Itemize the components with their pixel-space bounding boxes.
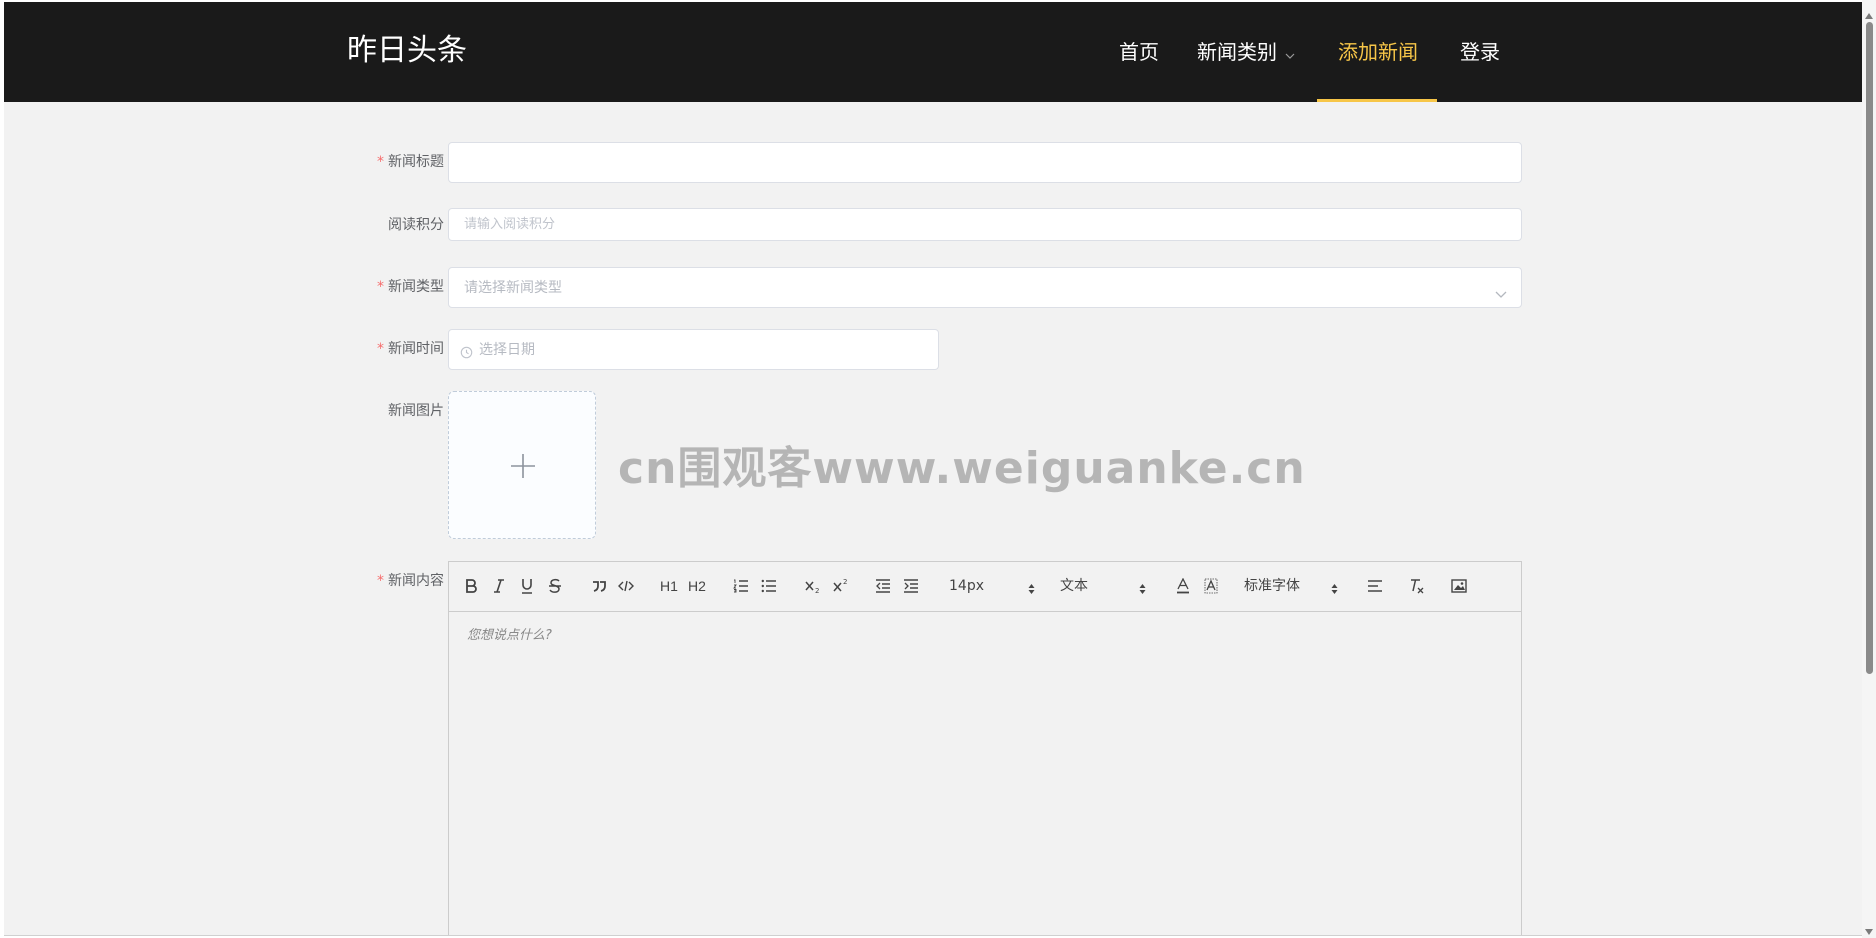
news-title-input[interactable]: [448, 142, 1522, 183]
read-points-input[interactable]: [448, 208, 1522, 241]
image-upload-area[interactable]: [448, 391, 596, 539]
font-size-picker[interactable]: 14px: [949, 575, 1037, 597]
text-style-picker[interactable]: 文本: [1060, 575, 1148, 597]
chevron-down-icon: [1285, 2, 1295, 102]
editor-content-area[interactable]: [449, 613, 1521, 935]
image-label: 新闻图片: [388, 403, 444, 419]
bullet-list-button[interactable]: [759, 575, 779, 597]
insert-image-button[interactable]: [1449, 575, 1469, 597]
updown-arrows-icon: [1139, 580, 1146, 602]
clock-icon: [460, 344, 473, 363]
svg-text:2: 2: [843, 578, 847, 586]
updown-arrows-icon: [1028, 580, 1035, 602]
header-2-button[interactable]: H2: [685, 575, 709, 597]
align-button[interactable]: [1365, 575, 1385, 597]
text-color-button[interactable]: [1173, 575, 1193, 597]
content-label: * 新闻内容: [377, 573, 444, 589]
type-placeholder: 请选择新闻类型: [464, 280, 562, 296]
subscript-button[interactable]: 2: [803, 575, 823, 597]
clear-format-button[interactable]: [1407, 575, 1427, 597]
editor-toolbar: H1 H2 2 2 14px 文本 标准字体: [449, 562, 1521, 612]
nav-add-news[interactable]: 添加新闻: [1338, 2, 1418, 102]
indent-button[interactable]: [901, 575, 921, 597]
news-type-select[interactable]: 请选择新闻类型: [448, 267, 1522, 308]
time-label: * 新闻时间: [377, 341, 444, 357]
points-label: 阅读积分: [388, 217, 444, 233]
date-placeholder: 选择日期: [479, 342, 535, 358]
news-date-picker[interactable]: 选择日期: [448, 329, 939, 370]
top-navbar: 昨日头条 首页 新闻类别 添加新闻 登录: [4, 2, 1862, 102]
nav-login[interactable]: 登录: [1460, 2, 1500, 102]
underline-button[interactable]: [517, 575, 537, 597]
font-family-picker[interactable]: 标准字体: [1244, 575, 1340, 597]
code-block-button[interactable]: [615, 575, 637, 597]
plus-icon: [509, 452, 537, 484]
nav-home[interactable]: 首页: [1119, 2, 1159, 102]
nav-category-menu[interactable]: 新闻类别: [1197, 2, 1295, 102]
updown-arrows-icon: [1331, 580, 1338, 602]
italic-button[interactable]: [489, 575, 509, 597]
header-1-button[interactable]: H1: [657, 575, 681, 597]
required-mark: *: [377, 279, 384, 295]
required-mark: *: [377, 573, 384, 589]
superscript-button[interactable]: 2: [831, 575, 851, 597]
page-scrollbar[interactable]: [1862, 0, 1876, 938]
strikethrough-button[interactable]: [545, 575, 565, 597]
required-mark: *: [377, 341, 384, 357]
watermark-text: cn围观客www.weiguanke.cn: [618, 443, 1306, 494]
nav-category-label: 新闻类别: [1197, 40, 1277, 64]
scroll-down-arrow-icon[interactable]: [1865, 920, 1873, 938]
ordered-list-button[interactable]: [731, 575, 751, 597]
rich-text-editor: H1 H2 2 2 14px 文本 标准字体 您想说点什么?: [448, 561, 1522, 935]
svg-text:2: 2: [815, 587, 819, 594]
blockquote-button[interactable]: [589, 575, 609, 597]
required-mark: *: [377, 154, 384, 170]
app-frame: 昨日头条 首页 新闻类别 添加新闻 登录 *新闻标题 阅读积分 *新闻类型 请选…: [4, 2, 1862, 936]
bold-button[interactable]: [461, 575, 481, 597]
background-color-button[interactable]: [1201, 575, 1221, 597]
nav-active-indicator: [1317, 99, 1437, 102]
chevron-down-icon: [1495, 284, 1507, 303]
type-label: * 新闻类型: [377, 279, 444, 295]
site-logo[interactable]: 昨日头条: [347, 33, 467, 69]
scrollbar-thumb[interactable]: [1866, 22, 1873, 674]
title-label: * 新闻标题: [377, 154, 444, 170]
scroll-up-arrow-icon[interactable]: [1865, 4, 1873, 23]
outdent-button[interactable]: [873, 575, 893, 597]
